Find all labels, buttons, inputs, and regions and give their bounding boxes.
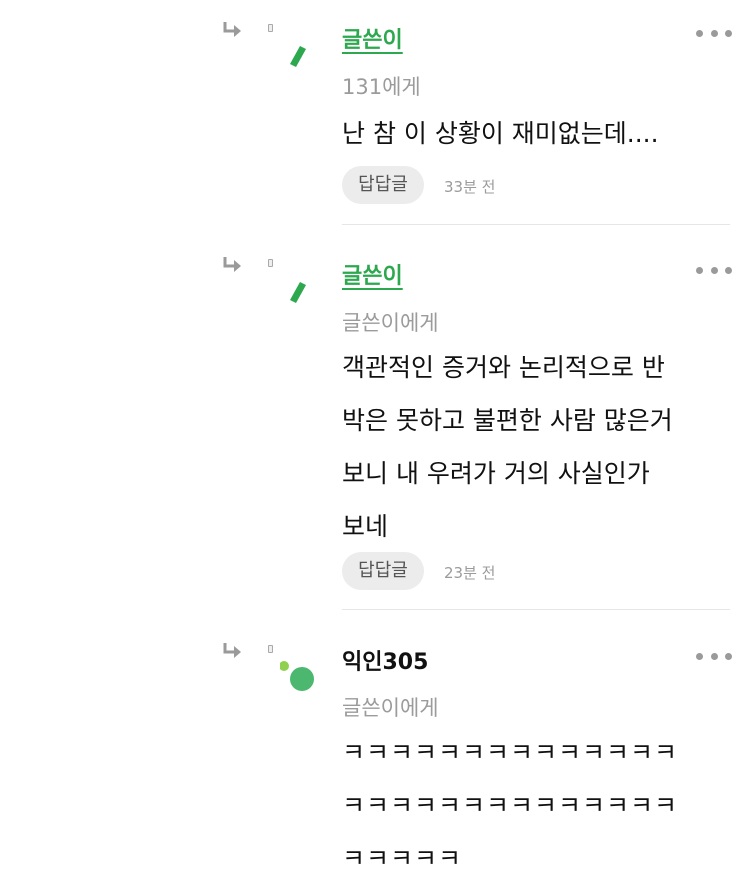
more-options-icon[interactable] (696, 650, 732, 662)
more-options-icon[interactable] (696, 27, 732, 39)
comment-author[interactable]: 글쓴이 (342, 22, 403, 54)
more-options-icon[interactable] (696, 264, 732, 276)
divider (342, 224, 730, 225)
level-marker (268, 24, 273, 32)
comment-recipient: 글쓴이에게 (342, 311, 439, 335)
comment-author[interactable]: 글쓴이 (342, 258, 403, 290)
comment-time: 33분 전 (444, 178, 496, 196)
level-marker (268, 645, 273, 653)
reply-arrow-icon (223, 22, 241, 37)
comment-recipient: 131에게 (342, 75, 421, 99)
reply-button[interactable]: 답답글 (342, 166, 424, 204)
divider (342, 609, 730, 610)
pencil-avatar-icon (290, 46, 306, 67)
anonymous-avatar-icon (280, 661, 314, 691)
comment-time: 23분 전 (444, 564, 496, 582)
level-marker (268, 259, 273, 267)
pencil-avatar-icon (290, 282, 306, 303)
comment-body: 객관적인 증거와 논리적으로 반 박은 못하고 불편한 사람 많은거 보니 내 … (342, 353, 673, 541)
reply-arrow-icon (223, 257, 241, 272)
reply-button[interactable]: 답답글 (342, 552, 424, 590)
comment-recipient: 글쓴이에게 (342, 696, 439, 720)
reply-arrow-icon (223, 643, 241, 658)
comment-body: 난 참 이 상황이 재미없는데.... (342, 119, 659, 148)
comment-author[interactable]: 익인305 (342, 644, 428, 676)
comment-body: ㅋㅋㅋㅋㅋㅋㅋㅋㅋㅋㅋㅋㅋㅋ ㅋㅋㅋㅋㅋㅋㅋㅋㅋㅋㅋㅋㅋㅋ ㅋㅋㅋㅋㅋ (342, 738, 679, 873)
